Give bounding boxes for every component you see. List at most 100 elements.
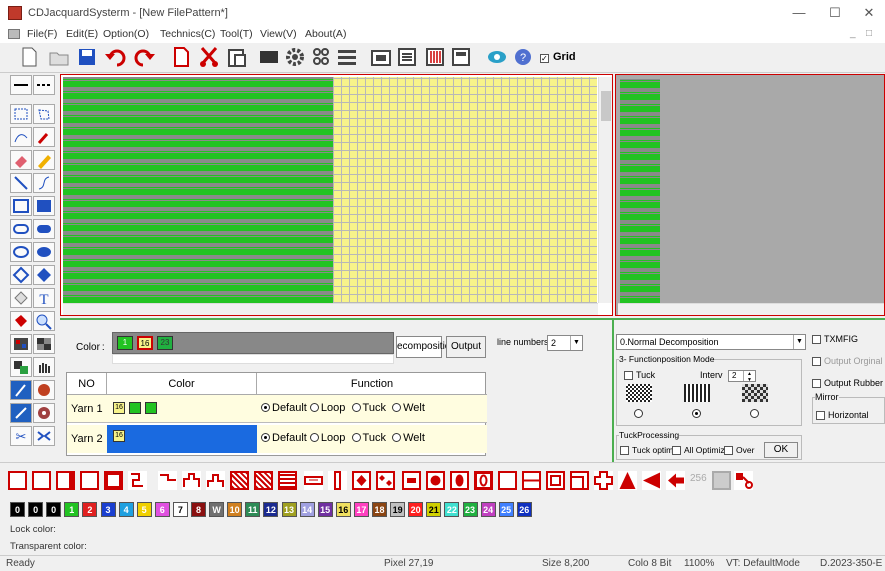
mode-radio-3[interactable] [750,408,761,420]
color-swatch[interactable]: 6 [154,502,170,517]
columns-icon[interactable] [424,46,446,68]
shape-rect-icon[interactable] [8,471,27,490]
color-swatch[interactable]: 23 [462,502,478,517]
txmfig-checkbox[interactable]: TXMFIG [812,334,858,345]
horizontal-checkbox[interactable]: Horizontal [816,410,869,421]
output-orginal-checkbox[interactable]: Output Orginal [812,356,883,367]
color-chip[interactable]: 1 [117,336,133,350]
radio-tuck[interactable]: Tuck [351,402,386,414]
color-swatch[interactable]: 11 [245,502,261,517]
fill-bucket-tool-icon[interactable] [10,311,32,331]
shape-stairs-icon[interactable] [206,471,225,490]
yarn-color-chip[interactable] [145,402,157,414]
ellipse-tool-icon[interactable] [10,242,32,262]
eyedropper-tool-icon[interactable] [33,127,55,147]
mirror-tool-icon[interactable] [33,426,55,446]
shape-oval-icon[interactable] [450,471,469,490]
cut-icon[interactable] [198,46,220,68]
rect-select-tool-icon[interactable] [10,104,32,124]
color-chip-bar[interactable]: 1 16 23 [112,332,394,354]
hand-tool-icon[interactable] [33,357,55,377]
canvas-vscroll-thumb[interactable] [601,91,611,121]
color-swatch[interactable]: 15 [317,502,333,517]
color-swatch[interactable]: 3 [100,502,116,517]
color-swatch[interactable]: 21 [426,502,442,517]
shape-hatch-icon[interactable] [230,471,249,490]
minimize-button[interactable]: — [784,4,814,22]
menu-file[interactable]: File(F) [27,28,57,40]
arrow-right-icon[interactable] [666,471,685,490]
filled-rounded-rect-tool-icon[interactable] [33,219,55,239]
settings-gear-icon[interactable] [284,46,306,68]
output-button[interactable]: Output [446,336,486,358]
help-icon[interactable]: ? [512,46,534,68]
spray-tool-icon[interactable] [10,403,32,423]
copy-page-icon[interactable] [170,46,192,68]
color-swatch[interactable]: 10 [227,502,243,517]
line-numbers-select[interactable]: 2 ▼ [547,335,583,351]
pan-tool-icon[interactable] [10,288,32,308]
shape-thick-rect-icon[interactable] [104,471,123,490]
shape-stripe-icon[interactable] [278,471,297,490]
open-folder-icon[interactable] [48,46,70,68]
diamond-tool-icon[interactable] [10,265,32,285]
color-swatch[interactable]: 8 [191,502,206,517]
color-swatch[interactable]: 22 [444,502,460,517]
interv-spinner[interactable]: 2 ▲ ▼ [728,370,756,383]
curve-tool-icon[interactable] [33,173,55,193]
shape-small-rect-icon[interactable] [402,471,421,490]
spinner-arrows-icon[interactable]: ▲ ▼ [743,371,755,383]
filled-diamond-tool-icon[interactable] [33,265,55,285]
color-swatch[interactable]: 1 [64,502,80,517]
preview-horizontal-scrollbar[interactable] [618,303,884,315]
mdi-min-icon[interactable]: _ [850,28,856,39]
menu-tool[interactable]: Tool(T) [220,28,253,40]
shape-square-icon[interactable] [498,471,517,490]
color-swatch[interactable]: 0 [46,502,62,517]
color-chip[interactable]: 23 [157,336,173,350]
undo-icon[interactable] [104,46,126,68]
ok-button[interactable]: OK [764,442,798,458]
color-swatch[interactable]: 18 [372,502,387,517]
shape-stairs-icon[interactable] [182,471,201,490]
tuck-optim-checkbox[interactable]: Tuck optim [620,445,673,456]
color-chip-scrollbar[interactable] [112,354,394,364]
radio-welt[interactable]: Welt [392,402,425,414]
over-checkbox[interactable]: Over [724,445,754,456]
radio-loop[interactable]: Loop [309,432,345,444]
grid-pattern-tool-icon[interactable] [33,334,55,354]
shape-bracket-icon[interactable] [128,471,147,490]
lines-icon[interactable] [336,46,358,68]
line-tool-icon[interactable] [10,75,32,95]
color-swatch[interactable]: 7 [172,502,188,517]
yarn-color-chip[interactable] [129,402,141,414]
color-swatch[interactable]: 0 [10,502,25,517]
texture-tool-icon[interactable] [33,403,55,423]
scissors-tool-icon[interactable]: ✂ [10,426,32,446]
pattern-canvas[interactable] [60,74,613,316]
color-swatch[interactable]: 5 [136,502,152,517]
menu-about[interactable]: About(A) [305,28,346,40]
document-view-icon[interactable] [450,46,472,68]
yarn-color-chip[interactable]: 16 [113,402,125,414]
color-swatch[interactable]: 12 [263,502,279,517]
save-icon[interactable] [76,46,98,68]
color-swatch[interactable]: 25 [498,502,514,517]
color-chip[interactable]: 16 [137,336,153,350]
color-swatch[interactable]: 19 [390,502,406,517]
new-file-icon[interactable] [18,46,40,68]
yarn-color-chip[interactable]: 16 [113,430,125,442]
filled-rectangle-tool-icon[interactable] [33,196,55,216]
zoom-tool-icon[interactable] [33,311,55,331]
shape-corner-rect-icon[interactable] [570,471,589,490]
mdi-restore-icon[interactable]: □ [866,28,872,39]
rounded-rect-tool-icon[interactable] [10,219,32,239]
pencil-tool-icon[interactable] [33,150,55,170]
eraser-tool-icon[interactable] [10,150,32,170]
radio-welt[interactable]: Welt [392,432,425,444]
shape-oval-outline-icon[interactable] [474,471,493,490]
diagonal-line-tool-icon[interactable] [10,173,32,193]
decomposition-select[interactable]: 0.Normal Decomposition ▼ [616,334,806,350]
radio-loop[interactable]: Loop [309,402,345,414]
shape-rect-edge-icon[interactable] [56,471,75,490]
